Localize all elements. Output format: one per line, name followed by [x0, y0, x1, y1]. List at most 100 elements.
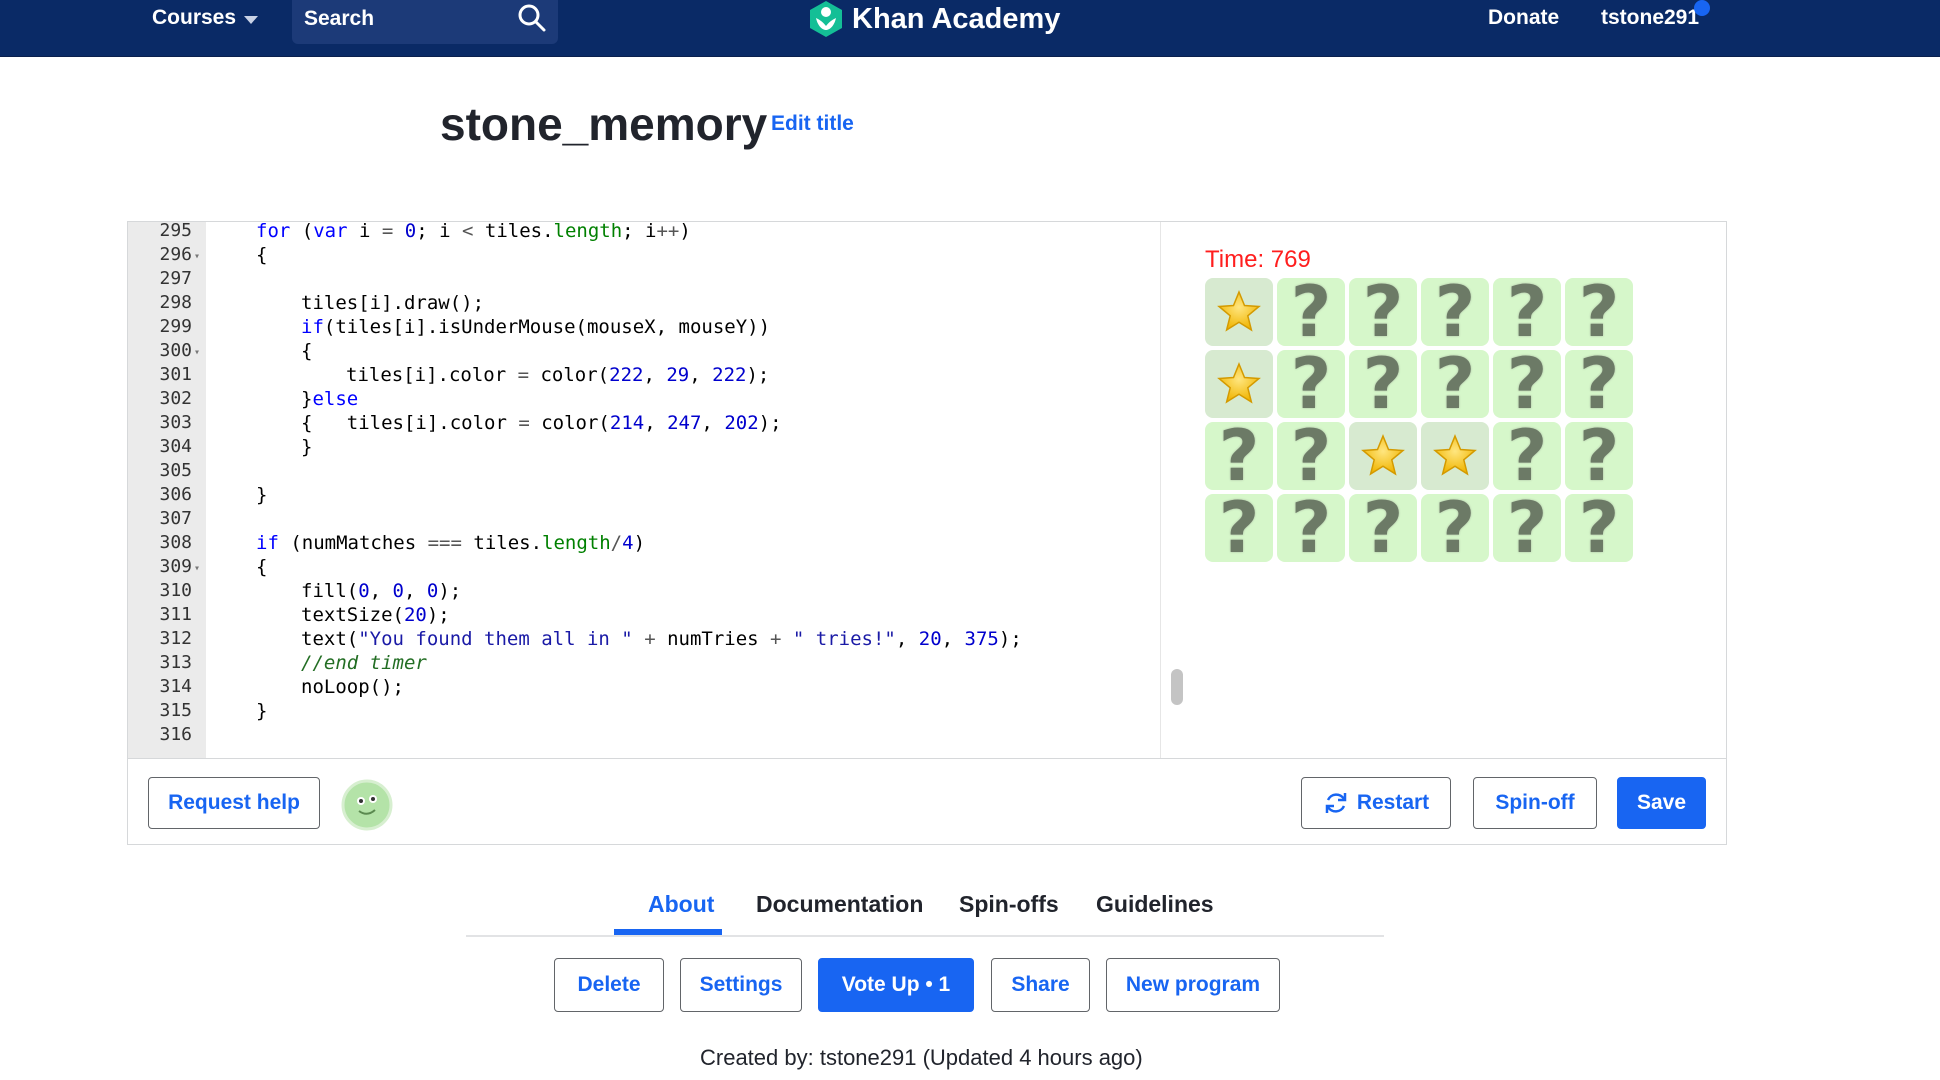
code-line[interactable]: 302 }else [128, 387, 1158, 411]
fold-arrow-icon[interactable]: ▾ [194, 341, 200, 365]
tile-hidden[interactable]: ? [1493, 349, 1561, 419]
code-line[interactable]: 300 ▾ { [128, 339, 1158, 363]
code-line[interactable]: 298 tiles[i].draw(); [128, 291, 1158, 315]
fold-arrow-icon[interactable]: ▾ [194, 557, 200, 581]
code-editor[interactable]: 295 for (var i = 0; i < tiles.length; i++… [128, 222, 1192, 758]
tab-about[interactable]: About [648, 891, 714, 918]
line-number: 307 [159, 508, 192, 529]
tile-hidden[interactable]: ? [1349, 271, 1417, 353]
edit-title-link[interactable]: Edit title [771, 112, 854, 136]
notification-badge[interactable] [1694, 0, 1710, 16]
editor-scrollbar[interactable] [1160, 222, 1191, 758]
spin-off-button[interactable]: Spin-off [1473, 777, 1597, 829]
avatar[interactable] [341, 779, 393, 831]
line-number: 299 [159, 316, 192, 337]
tab-guidelines[interactable]: Guidelines [1096, 891, 1214, 918]
tile-revealed-star[interactable] [1421, 422, 1489, 490]
question-mark-icon: ? [1578, 271, 1620, 353]
new-program-button[interactable]: New program [1106, 958, 1280, 1012]
tile-hidden[interactable]: ? [1565, 349, 1633, 419]
tab-spin-offs[interactable]: Spin-offs [959, 891, 1059, 918]
tile-hidden[interactable]: ? [1421, 277, 1489, 347]
tile-hidden[interactable]: ? [1205, 493, 1273, 563]
code-text: text("You found them all in " + numTries… [301, 628, 1022, 650]
code-line[interactable]: 306} [128, 483, 1158, 507]
question-mark-icon: ? [1578, 415, 1620, 497]
tile-revealed-star[interactable] [1349, 422, 1417, 490]
code-line[interactable]: 315} [128, 699, 1158, 723]
code-text: { tiles[i].color = color(214, 247, 202); [301, 412, 782, 434]
request-help-label: Request help [168, 791, 300, 814]
question-mark-icon: ? [1290, 415, 1332, 497]
question-mark-icon: ? [1290, 487, 1332, 569]
restart-button[interactable]: Restart [1301, 777, 1451, 829]
tile-hidden[interactable]: ? [1349, 493, 1417, 563]
tile-hidden[interactable]: ? [1349, 349, 1417, 419]
code-line[interactable]: 309 ▾ { [128, 555, 1158, 579]
question-mark-icon: ? [1578, 487, 1620, 569]
new-program-label: New program [1125, 973, 1261, 996]
code-line[interactable]: 296 ▾ { [128, 243, 1158, 267]
tile-hidden[interactable]: ? [1565, 415, 1633, 497]
delete-label: Delete [577, 973, 641, 996]
tile-revealed-star[interactable] [1205, 350, 1273, 418]
tile-hidden[interactable]: ? [1277, 277, 1345, 347]
line-number: 303 [159, 412, 192, 433]
code-line[interactable]: 301 tiles[i].color = color(222, 29, 222); [128, 363, 1158, 387]
code-line[interactable]: 299 if(tiles[i].isUnderMouse(mouseX, mous… [128, 315, 1158, 339]
tile-hidden[interactable]: ? [1493, 277, 1561, 347]
tile-hidden[interactable]: ? [1277, 349, 1345, 419]
tile-hidden[interactable]: ? [1277, 487, 1345, 569]
tile-hidden[interactable]: ? [1565, 487, 1633, 569]
search-box [292, 0, 558, 44]
tile-hidden[interactable]: ? [1565, 271, 1633, 353]
khan-academy-logo[interactable]: Khan Academy [808, 0, 1060, 38]
question-mark-icon: ? [1362, 271, 1404, 353]
tile-revealed-star[interactable] [1205, 278, 1273, 346]
code-text: }else [301, 388, 359, 410]
code-text: //end timer [301, 652, 427, 674]
code-line[interactable]: 316 [128, 723, 1158, 747]
tile-hidden[interactable]: ? [1493, 493, 1561, 563]
code-line[interactable]: 313 //end timer [128, 651, 1158, 675]
tile-hidden[interactable]: ? [1493, 421, 1561, 491]
settings-button[interactable]: Settings [680, 958, 802, 1012]
courses-menu[interactable]: Courses [152, 6, 259, 30]
program-tabs: About Documentation Spin-offs Guidelines [466, 885, 1384, 937]
code-line[interactable]: 311 textSize(20); [128, 603, 1158, 627]
request-help-button[interactable]: Request help [148, 777, 320, 829]
code-line[interactable]: 310 fill(0, 0, 0); [128, 579, 1158, 603]
code-line[interactable]: 307 [128, 507, 1158, 531]
fold-arrow-icon[interactable]: ▾ [194, 245, 200, 269]
top-navigation-bar: Courses Khan Academy Donate tstone291 [0, 0, 1940, 57]
question-mark-icon: ? [1434, 343, 1476, 425]
line-number: 312 [159, 628, 192, 649]
line-number: 298 [159, 292, 192, 313]
code-text: } [301, 436, 313, 458]
tab-documentation[interactable]: Documentation [756, 891, 923, 918]
code-line[interactable]: 297 [128, 267, 1158, 291]
tile-hidden[interactable]: ? [1277, 415, 1345, 497]
search-icon[interactable] [516, 2, 548, 34]
code-line[interactable]: 312 text("You found them all in " + numTr… [128, 627, 1158, 651]
search-input[interactable] [304, 4, 504, 34]
code-line[interactable]: 314 noLoop(); [128, 675, 1158, 699]
memory-tile-grid: ???????????????????? [1205, 271, 1633, 569]
tile-hidden[interactable]: ? [1421, 493, 1489, 563]
user-menu[interactable]: tstone291 [1601, 6, 1699, 30]
tile-hidden[interactable]: ? [1421, 343, 1489, 425]
scrollbar-thumb[interactable] [1171, 669, 1183, 705]
share-button[interactable]: Share [991, 958, 1090, 1012]
tile-hidden[interactable]: ? [1205, 421, 1273, 491]
code-line[interactable]: 304} [128, 435, 1158, 459]
donate-link[interactable]: Donate [1488, 6, 1559, 30]
code-line[interactable]: 303 { tiles[i].color = color(214, 247, 20… [128, 411, 1158, 435]
line-number: 302 [159, 388, 192, 409]
code-line[interactable]: 305 [128, 459, 1158, 483]
program-output-canvas[interactable]: Time: 769 ???????????????????? [1191, 222, 1726, 758]
code-line[interactable]: 308 if (numMatches === tiles.length/4) [128, 531, 1158, 555]
code-line[interactable]: 295 for (var i = 0; i < tiles.length; i++… [128, 222, 1158, 243]
save-button[interactable]: Save [1617, 777, 1706, 829]
delete-button[interactable]: Delete [554, 958, 664, 1012]
vote-up-button[interactable]: Vote Up • 1 [818, 958, 974, 1012]
